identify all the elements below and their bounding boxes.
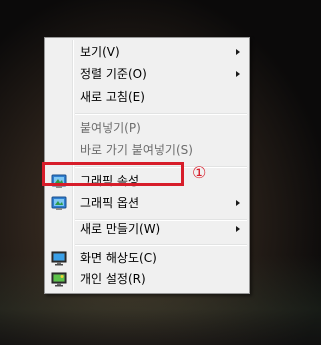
- menu-item-label: 새로 고침(E): [80, 90, 145, 104]
- menu-item-paste: 붙여넣기(P): [47, 118, 247, 138]
- menu-item-refresh[interactable]: 새로 고침(E): [47, 87, 247, 107]
- menu-item-view[interactable]: 보기(V): [47, 42, 247, 62]
- menu-item-screen-resolution[interactable]: 화면 해상도(C): [47, 248, 247, 268]
- menu-separator: [75, 113, 247, 115]
- menu-item-paste-shortcut: 바로 가기 붙여넣기(S): [47, 140, 247, 160]
- submenu-arrow-icon: [236, 71, 240, 77]
- menu-item-graphics-options[interactable]: 그래픽 옵션: [47, 193, 247, 213]
- submenu-arrow-icon: [236, 200, 240, 206]
- menu-item-sort-by[interactable]: 정렬 기준(O): [47, 64, 247, 84]
- menu-item-personalize[interactable]: 개인 설정(R): [47, 269, 247, 289]
- menu-item-new[interactable]: 새로 만들기(W): [47, 219, 247, 239]
- menu-item-label: 개인 설정(R): [80, 272, 146, 286]
- menu-item-label: 바로 가기 붙여넣기(S): [80, 143, 193, 157]
- menu-item-label: 보기(V): [80, 45, 120, 59]
- personalize-icon: [51, 272, 67, 287]
- annotation-marker: ①: [192, 163, 207, 182]
- menu-item-label: 정렬 기준(O): [80, 67, 147, 81]
- menu-item-label: 새로 만들기(W): [80, 222, 161, 236]
- annotation-highlight-box: [42, 162, 184, 186]
- menu-item-label: 붙여넣기(P): [80, 121, 141, 135]
- menu-item-label: 화면 해상도(C): [80, 251, 157, 265]
- menu-separator: [75, 244, 247, 246]
- intel-graphics-icon: [51, 196, 67, 210]
- submenu-arrow-icon: [236, 226, 240, 232]
- monitor-resolution-icon: [51, 251, 67, 266]
- menu-item-label: 그래픽 옵션: [80, 196, 140, 210]
- submenu-arrow-icon: [236, 49, 240, 55]
